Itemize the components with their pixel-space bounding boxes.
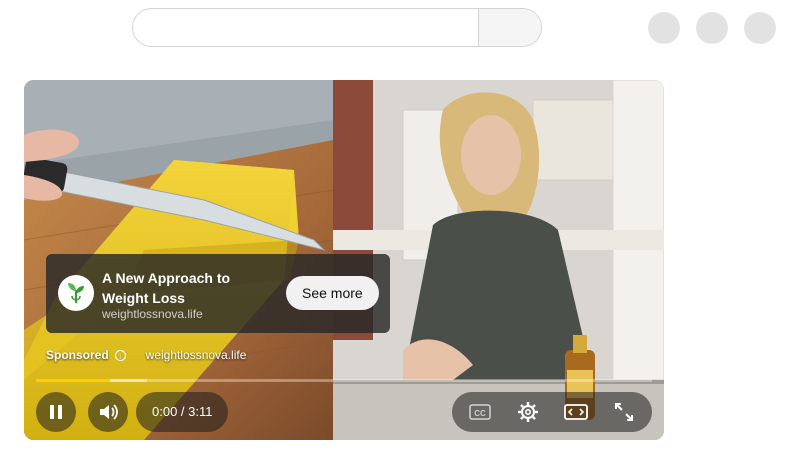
settings-button[interactable]: [516, 400, 540, 424]
search-bar[interactable]: [132, 8, 542, 47]
header-icon-button-3[interactable]: [744, 12, 776, 44]
sponsored-domain[interactable]: weightlossnova.life: [146, 348, 247, 362]
ad-title[interactable]: A New Approach to Weight Loss: [102, 268, 252, 308]
svg-text:CC: CC: [474, 409, 486, 418]
progress-played: [36, 379, 110, 382]
video-player[interactable]: A New Approach to Weight Loss weightloss…: [24, 80, 664, 440]
captions-button[interactable]: CC: [468, 400, 492, 424]
progress-bar[interactable]: [36, 379, 652, 382]
advertiser-logo: [58, 275, 94, 311]
info-icon[interactable]: i: [114, 349, 126, 361]
sponsored-label: Sponsored: [46, 348, 109, 362]
volume-icon: [100, 404, 118, 420]
fullscreen-button[interactable]: [612, 400, 636, 424]
leaf-logo-icon: [68, 283, 84, 304]
ad-domain[interactable]: weightlossnova.life: [102, 307, 203, 321]
header-icon-button-1[interactable]: [648, 12, 680, 44]
right-controls: CC: [452, 392, 652, 432]
pause-icon: [50, 405, 62, 419]
time-display: 0:00 / 3:11: [136, 392, 229, 432]
theater-mode-button[interactable]: [564, 400, 588, 424]
gear-icon: [518, 402, 538, 422]
search-input[interactable]: [133, 9, 478, 46]
theater-icon: [564, 404, 588, 420]
fullscreen-icon: [615, 403, 633, 421]
sponsored-row: Sponsored i weightlossnova.life: [46, 348, 246, 362]
pause-button[interactable]: [36, 392, 76, 432]
search-button[interactable]: [478, 9, 541, 46]
volume-button[interactable]: [88, 392, 128, 432]
header-icon-button-2[interactable]: [696, 12, 728, 44]
cc-icon: CC: [469, 404, 491, 420]
ad-card[interactable]: A New Approach to Weight Loss weightloss…: [46, 254, 390, 333]
see-more-button[interactable]: See more: [286, 276, 379, 310]
